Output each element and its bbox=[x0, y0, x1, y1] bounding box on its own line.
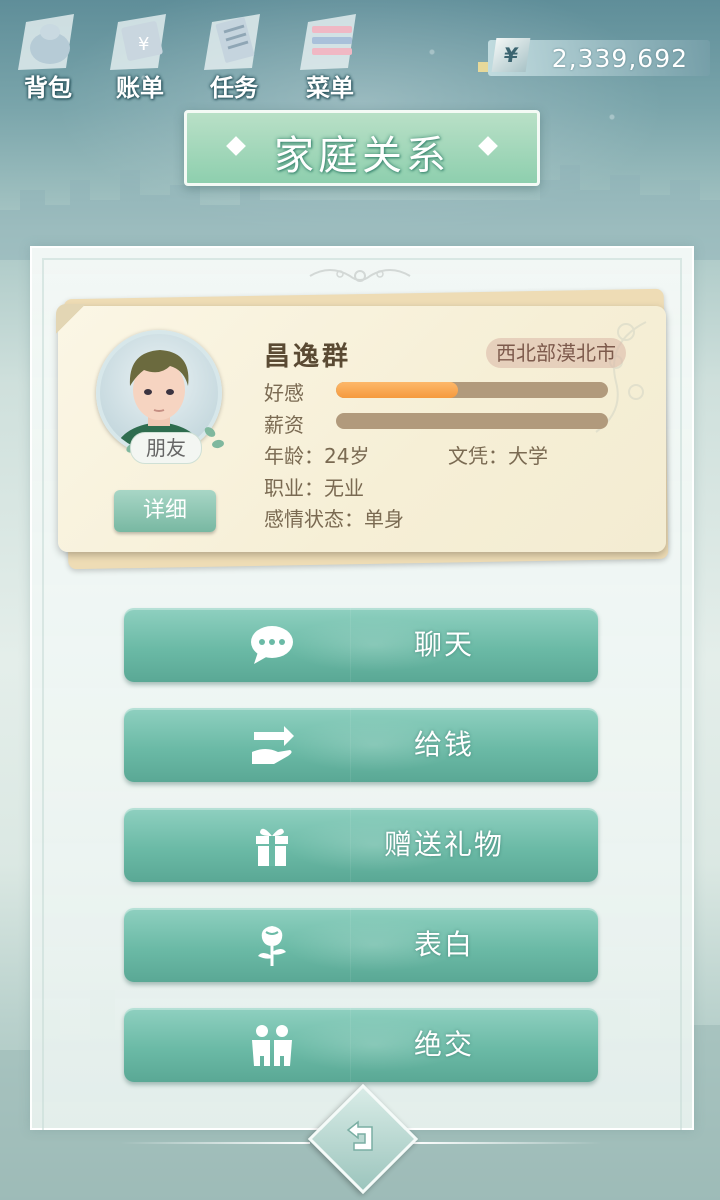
give-money-button[interactable]: 给钱 bbox=[124, 708, 598, 782]
chat-button-label: 聊天 bbox=[413, 628, 474, 661]
give-money-icon bbox=[252, 726, 294, 764]
relation-badge: 朋友 bbox=[130, 432, 202, 464]
nav-task-label: 任务 bbox=[210, 74, 258, 102]
occupation-text: 职业：无业 bbox=[264, 476, 364, 500]
back-button[interactable] bbox=[307, 1083, 419, 1195]
break-off-button[interactable]: 绝交 bbox=[124, 1008, 598, 1082]
favor-bar-fill bbox=[336, 382, 459, 398]
nav-bill-label: 账单 bbox=[116, 74, 164, 102]
chat-button[interactable]: 聊天 bbox=[124, 608, 598, 682]
ornament-icon bbox=[309, 269, 411, 282]
task-icon bbox=[204, 14, 260, 70]
chat-icon bbox=[251, 626, 293, 664]
backpack-icon bbox=[18, 14, 74, 70]
detail-button[interactable]: 详细 bbox=[114, 490, 216, 532]
svg-text:¥: ¥ bbox=[138, 34, 149, 55]
character-name: 昌逸群 bbox=[264, 342, 352, 372]
gift-button-label: 赠送礼物 bbox=[383, 828, 504, 861]
nav-backpack-label: 背包 bbox=[24, 74, 72, 102]
break-off-button-label: 绝交 bbox=[413, 1028, 474, 1061]
yen-icon: ¥ bbox=[491, 38, 531, 72]
nav-bill[interactable]: ¥ 账单 bbox=[100, 8, 180, 102]
favor-bar bbox=[336, 382, 608, 398]
menu-icon bbox=[300, 14, 356, 70]
relationship-status-text: 感情状态：单身 bbox=[264, 507, 404, 531]
people-icon bbox=[252, 1025, 292, 1066]
rose-icon bbox=[258, 926, 286, 966]
nav-menu[interactable]: 菜单 bbox=[290, 8, 370, 102]
bill-icon: ¥ bbox=[110, 14, 166, 70]
give-money-button-label: 给钱 bbox=[413, 728, 474, 761]
page-title-banner: 家庭关系 bbox=[184, 110, 540, 186]
nav-backpack[interactable]: 背包 bbox=[8, 8, 88, 102]
education-text: 文凭：大学 bbox=[448, 444, 548, 468]
gift-button[interactable]: 赠送礼物 bbox=[124, 808, 598, 882]
money-amount: 2,339,692 bbox=[551, 44, 688, 73]
salary-bar bbox=[336, 413, 608, 429]
back-arrow-icon bbox=[346, 1120, 373, 1151]
confess-button[interactable]: 表白 bbox=[124, 908, 598, 982]
sparkle-icon bbox=[478, 62, 488, 72]
nav-menu-label: 菜单 bbox=[306, 74, 354, 102]
location-badge: 西北部漠北市 bbox=[486, 338, 626, 368]
nav-task[interactable]: 任务 bbox=[194, 8, 274, 102]
salary-label: 薪资 bbox=[264, 413, 304, 437]
money-display: ¥ 2,339,692 bbox=[478, 38, 710, 76]
confess-button-label: 表白 bbox=[413, 928, 474, 961]
gift-icon bbox=[256, 828, 288, 866]
age-text: 年龄：24岁 bbox=[264, 444, 370, 468]
favor-label: 好感 bbox=[264, 381, 304, 405]
